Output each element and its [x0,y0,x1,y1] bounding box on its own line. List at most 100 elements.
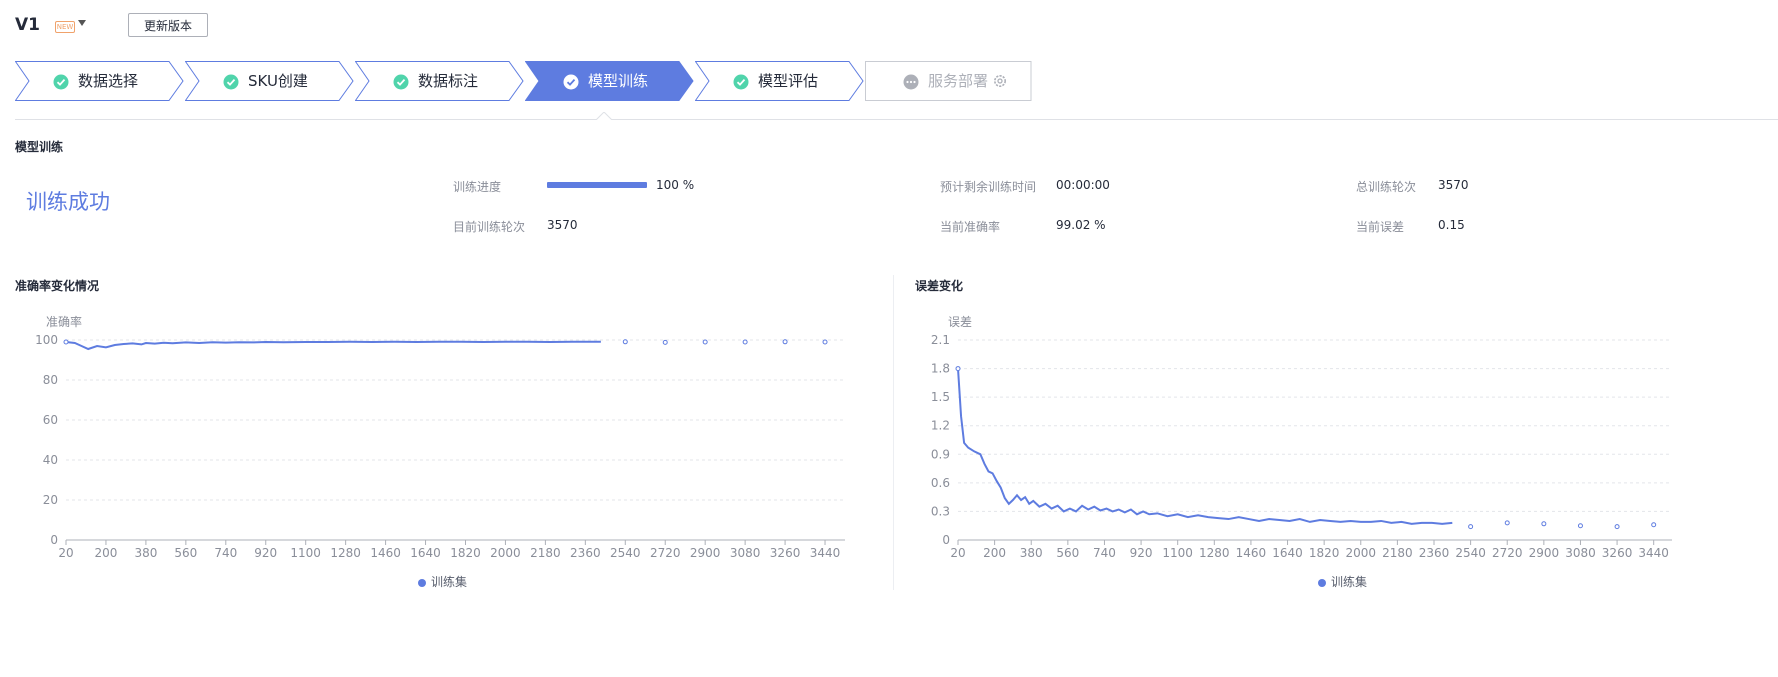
data-point [622,339,628,345]
y-axis-label: 误差 [948,315,972,329]
step-label: 数据标注 [418,72,479,90]
x-tick-label: 3080 [730,546,761,560]
step-label: SKU创建 [248,72,308,90]
legend-marker [418,578,426,587]
loss-chart-legend[interactable]: 训练集 [1318,573,1367,590]
total-epochs-label: 总训练轮次 [1356,180,1417,194]
x-tick-label: 1820 [450,546,481,560]
x-tick-label: 2540 [1455,546,1486,560]
y-tick-label: 0.3 [931,504,950,518]
current-epoch-label: 目前训练轮次 [453,220,526,234]
remaining-time-label: 预计剩余训练时间 [940,180,1037,194]
y-tick-label: 80 [43,373,58,387]
y-tick-label: 2.1 [931,333,950,347]
x-tick-label: 920 [1130,546,1153,560]
x-tick-label: 1100 [290,546,321,560]
loss-chart: 误差 0 0.3 0.6 0.9 1.2 1.5 1.8 2.1 20 200 380 560 740 92… [931,315,1672,560]
x-tick-label: 2000 [1345,546,1376,560]
step-label: 数据选择 [78,72,139,90]
current-epoch-value: 3570 [547,218,578,232]
progress-value: 100 % [656,178,695,192]
training-status: 训练成功 [26,190,110,214]
data-point [1504,520,1510,526]
step-label: 模型训练 [588,72,649,90]
x-tick-label: 1820 [1309,546,1340,560]
x-tick-label: 1640 [1272,546,1303,560]
x-tick-label: 3080 [1565,546,1596,560]
loss-chart-title: 误差变化 [915,279,964,293]
x-tick-label: 2360 [1419,546,1450,560]
version-label[interactable]: V1 [15,15,40,35]
x-tick-label: 2720 [1492,546,1523,560]
y-tick-label: 20 [43,493,58,507]
accuracy-chart: 准确率02040608010020 200 380 560 740 920 1100 1280… [35,314,845,560]
data-point [702,339,708,345]
x-tick-label: 2540 [610,546,641,560]
step-label: 模型评估 [758,72,819,90]
check-circle-icon [393,74,409,90]
x-tick-label: 3260 [770,546,801,560]
step-5[interactable]: 模型评估 [695,61,877,101]
y-tick-label: 1.2 [931,419,950,433]
step-1[interactable]: 数据选择 [15,61,197,101]
check-circle-icon [53,74,69,90]
chart-divider [893,275,894,590]
check-circle-icon [733,74,749,90]
accuracy-chart-title: 准确率变化情况 [15,279,100,293]
x-tick-label: 1460 [370,546,401,560]
y-tick-label: 0 [942,533,950,547]
accuracy-value: 99.02 % [1056,218,1106,232]
y-tick-label: 100 [35,333,58,347]
check-circle-icon [223,74,239,90]
step-4[interactable]: 模型训练 [525,61,707,101]
data-point [1577,523,1583,529]
loss-label: 当前误差 [1356,220,1405,234]
check-circle-icon [563,74,579,90]
x-tick-label: 380 [134,546,157,560]
x-tick-label: 1100 [1162,546,1193,560]
new-badge: NEW [55,21,75,33]
x-tick-label: 1280 [330,546,361,560]
gear-icon[interactable] [992,73,1008,89]
x-tick-label: 200 [983,546,1006,560]
x-tick-label: 1280 [1199,546,1230,560]
x-tick-label: 20 [950,546,965,560]
divider [15,119,1778,120]
x-tick-label: 3260 [1602,546,1633,560]
data-point [782,339,788,345]
step-2[interactable]: SKU创建 [185,61,367,101]
x-tick-label: 740 [214,546,237,560]
x-tick-label: 20 [58,546,73,560]
x-tick-label: 200 [94,546,117,560]
loss-value: 0.15 [1438,218,1465,232]
x-tick-label: 2180 [530,546,561,560]
step-label: 服务部署 [928,72,989,90]
progress-bar [547,182,647,188]
x-tick-label: 920 [254,546,277,560]
y-tick-label: 40 [43,453,58,467]
data-point [662,339,668,345]
x-tick-label: 380 [1020,546,1043,560]
more-icon [903,74,919,90]
x-tick-label: 2900 [690,546,721,560]
y-tick-label: 1.8 [931,362,950,376]
section-title: 模型训练 [15,140,64,154]
y-tick-label: 1.5 [931,390,950,404]
y-axis-label: 准确率 [46,314,82,329]
x-tick-label: 560 [174,546,197,560]
series-line [65,340,601,351]
data-point [822,339,828,345]
progress-label: 训练进度 [453,180,502,194]
update-version-button[interactable]: 更新版本 [128,13,208,37]
chevron-down-icon[interactable] [78,20,86,26]
accuracy-chart-legend[interactable]: 训练集 [418,573,467,590]
y-tick-label: 0.9 [931,447,950,461]
series-line [957,368,1453,525]
x-tick-label: 740 [1093,546,1116,560]
data-point [955,366,961,372]
data-point [1614,524,1620,530]
step-6: 服务部署 [865,61,1047,101]
step-3[interactable]: 数据标注 [355,61,537,101]
data-point [742,339,748,345]
legend-label: 训练集 [431,575,468,589]
